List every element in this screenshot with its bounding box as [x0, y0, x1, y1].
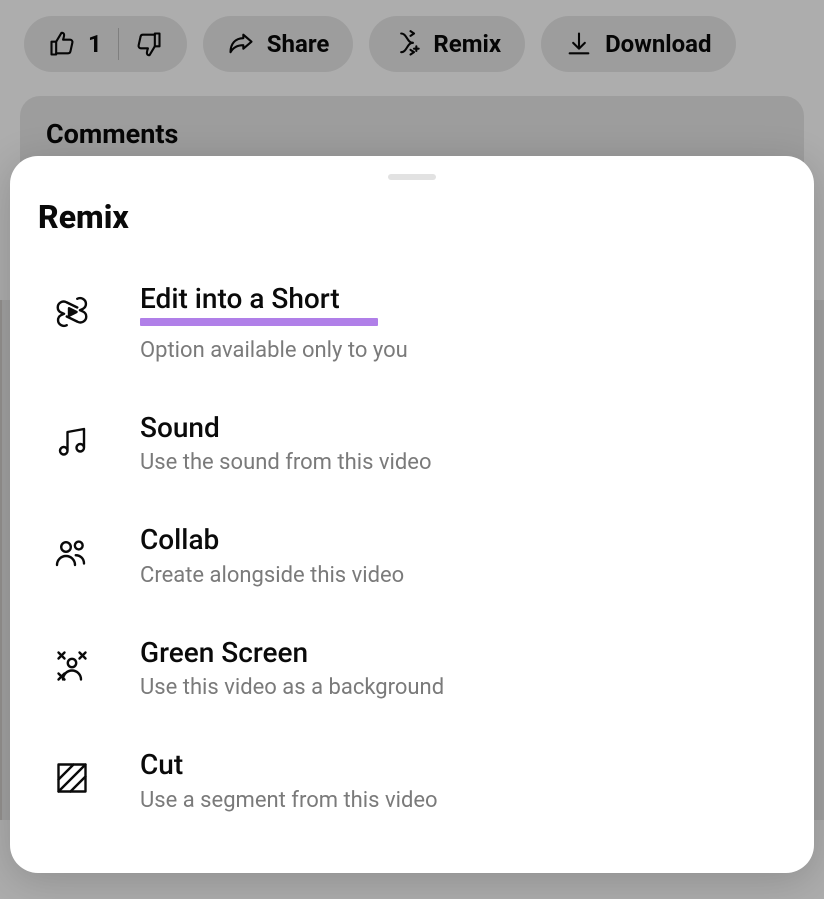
music-note-icon — [52, 421, 92, 461]
sheet-grabber[interactable] — [388, 174, 436, 180]
option-subtitle: Use a segment from this video — [140, 788, 438, 813]
remix-bottom-sheet: Remix Edit into a Short Option available… — [10, 156, 814, 873]
option-subtitle: Use the sound from this video — [140, 450, 432, 475]
option-cut[interactable]: Cut Use a segment from this video — [10, 728, 814, 841]
option-sound[interactable]: Sound Use the sound from this video — [10, 391, 814, 504]
remix-options-list: Edit into a Short Option available only … — [10, 262, 814, 841]
option-subtitle: Create alongside this video — [140, 563, 404, 588]
option-subtitle: Option available only to you — [140, 338, 408, 363]
cut-segment-icon — [52, 758, 92, 798]
option-title: Cut — [140, 748, 438, 782]
option-title: Green Screen — [140, 636, 444, 670]
option-title: Edit into a Short — [140, 282, 408, 316]
option-subtitle: Use this video as a background — [140, 675, 444, 700]
option-collab[interactable]: Collab Create alongside this video — [10, 503, 814, 616]
highlight-underline — [140, 318, 378, 326]
option-edit-into-short[interactable]: Edit into a Short Option available only … — [10, 262, 814, 391]
sheet-title: Remix — [10, 198, 814, 262]
option-title: Collab — [140, 523, 404, 557]
option-green-screen[interactable]: Green Screen Use this video as a backgro… — [10, 616, 814, 729]
shorts-icon — [52, 292, 92, 332]
option-title: Sound — [140, 411, 432, 445]
green-screen-icon — [52, 646, 92, 686]
people-icon — [52, 533, 92, 573]
